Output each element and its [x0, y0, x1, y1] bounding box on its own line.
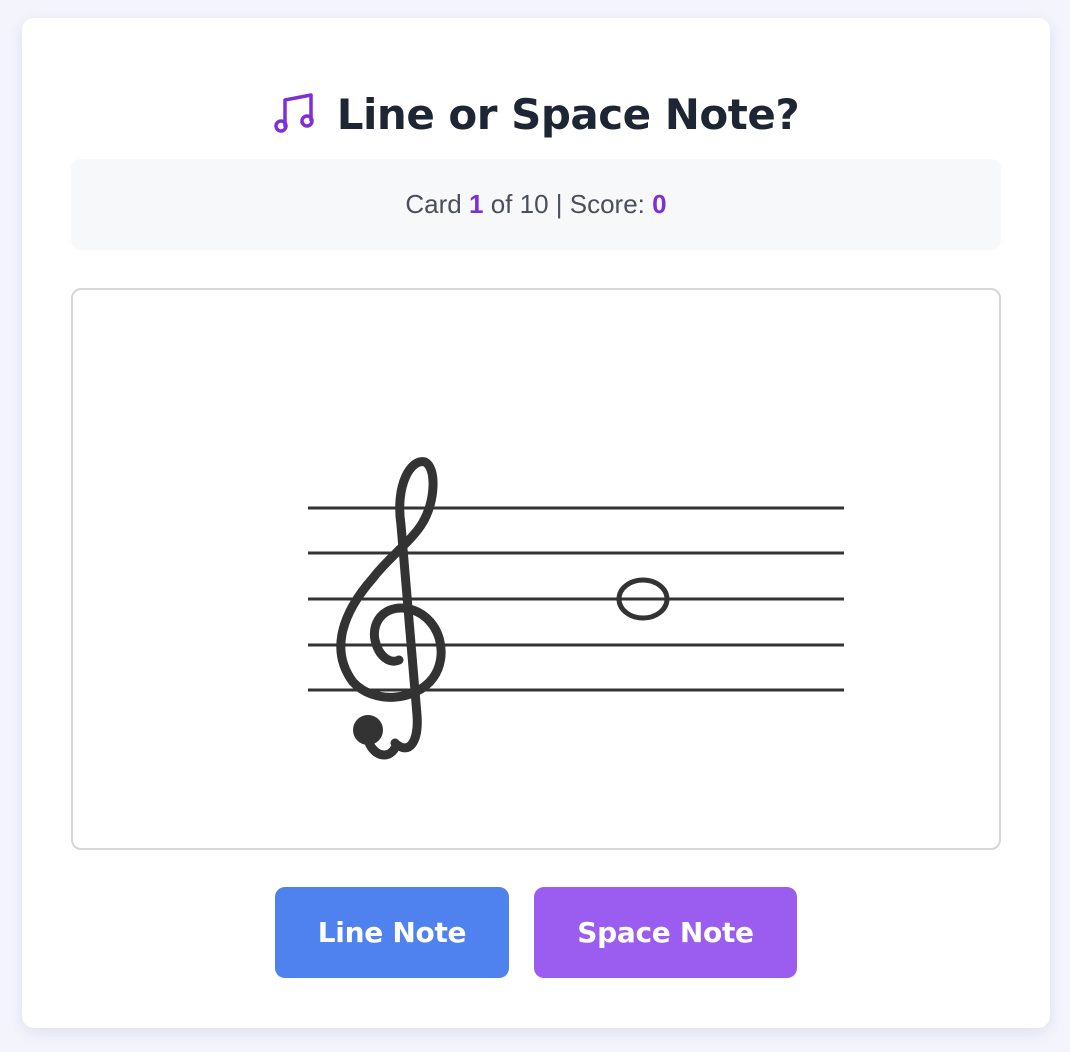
page-title: Line or Space Note?: [336, 89, 800, 139]
flashcard-panel: Line or Space Note? Card 1 of 10 | Score…: [22, 18, 1050, 1028]
score-value: 0: [652, 189, 667, 219]
title-row: Line or Space Note?: [22, 78, 1050, 150]
of-total-score-label: of 10 | Score:: [490, 189, 645, 219]
card-label: Card: [405, 189, 462, 219]
progress-status: Card 1 of 10 | Score: 0: [71, 159, 1001, 250]
music-staff: [308, 457, 844, 760]
space-note-button[interactable]: Space Note: [534, 887, 797, 978]
music-note-icon: [273, 90, 321, 138]
staff-display: [71, 288, 1001, 850]
current-card-number: 1: [469, 189, 484, 219]
treble-clef-icon: [336, 457, 446, 760]
line-note-button[interactable]: Line Note: [275, 887, 509, 978]
answer-buttons: Line Note Space Note: [22, 887, 1050, 979]
